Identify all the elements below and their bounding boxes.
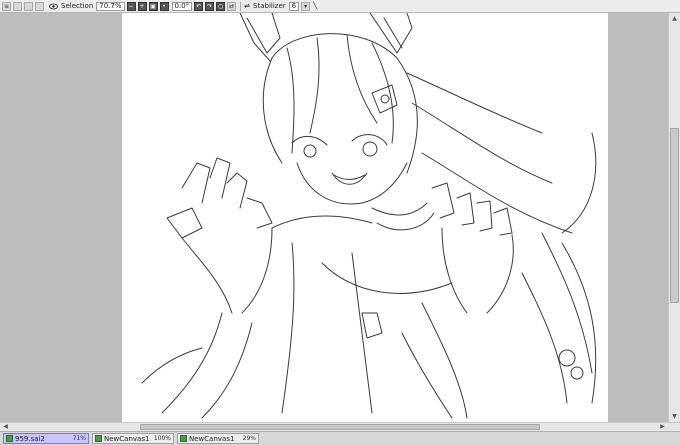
layout-button-3[interactable] bbox=[35, 1, 44, 11]
document-tab-bar: 959.sai2 71% NewCanvas1 100% NewCanvas1 … bbox=[0, 431, 680, 445]
document-tab-959[interactable]: 959.sai2 71% bbox=[3, 433, 89, 444]
rotate-reset-button[interactable]: ○ bbox=[216, 1, 226, 11]
rotation-field[interactable]: 0.0° bbox=[171, 1, 193, 11]
workspace bbox=[0, 13, 668, 422]
zoom-reset-button[interactable]: • bbox=[159, 1, 169, 11]
vertical-scroll-thumb[interactable] bbox=[670, 128, 679, 303]
menu-toggle-button[interactable]: ≡ bbox=[2, 1, 11, 11]
scroll-left-icon[interactable]: ◀ bbox=[1, 423, 10, 431]
zoom-fit-button[interactable]: ▣ bbox=[148, 1, 158, 11]
document-tab-newcanvas1-b[interactable]: NewCanvas1 29% bbox=[177, 433, 259, 444]
tab-name: NewCanvas1 bbox=[189, 434, 235, 443]
vertical-scrollbar[interactable]: ▲ ▼ bbox=[668, 13, 680, 422]
zoom-in-button[interactable]: + bbox=[137, 1, 147, 11]
swap-icon[interactable]: ⇌ bbox=[244, 2, 250, 10]
layout-button-2[interactable] bbox=[24, 1, 33, 11]
tab-name: NewCanvas1 bbox=[104, 434, 150, 443]
stabilizer-label: Stabilizer bbox=[253, 2, 286, 10]
horizontal-scrollbar[interactable]: ◀ ▶ bbox=[0, 422, 680, 431]
pen-pressure-icon[interactable]: ╲ bbox=[313, 2, 317, 10]
scroll-up-icon[interactable]: ▲ bbox=[670, 14, 679, 23]
canvas-thumbnail-icon bbox=[6, 435, 13, 442]
tab-name: 959.sai2 bbox=[15, 434, 45, 443]
canvas-thumbnail-icon bbox=[95, 435, 102, 442]
sketch-illustration bbox=[141, 13, 597, 419]
scroll-right-icon[interactable]: ▶ bbox=[658, 423, 667, 431]
zoom-out-button[interactable]: − bbox=[126, 1, 136, 11]
layout-button-1[interactable] bbox=[13, 1, 22, 11]
tab-zoom: 71% bbox=[72, 435, 86, 442]
tab-zoom: 100% bbox=[153, 435, 171, 442]
tab-zoom: 29% bbox=[242, 435, 256, 442]
drawing-canvas[interactable] bbox=[122, 13, 608, 422]
zoom-field[interactable]: 70.7% bbox=[96, 1, 125, 11]
scroll-down-icon[interactable]: ▼ bbox=[670, 412, 679, 421]
toolbar-divider bbox=[240, 1, 242, 11]
stabilizer-field[interactable]: 6 bbox=[288, 1, 300, 11]
eye-icon[interactable] bbox=[49, 2, 58, 11]
canvas-thumbnail-icon bbox=[180, 435, 187, 442]
rotate-right-button[interactable]: ↷ bbox=[205, 1, 215, 11]
document-tab-newcanvas1-a[interactable]: NewCanvas1 100% bbox=[92, 433, 174, 444]
flip-horizontal-button[interactable]: ⇄ bbox=[227, 1, 237, 11]
horizontal-scroll-thumb[interactable] bbox=[140, 424, 540, 430]
canvas-toolbar: ≡ Selection 70.7% − + ▣ • 0.0° ↶ ↷ ○ ⇄ ⇌… bbox=[0, 0, 680, 13]
selection-label: Selection bbox=[61, 2, 94, 10]
stabilizer-dropdown[interactable]: ▾ bbox=[301, 1, 311, 11]
rotate-left-button[interactable]: ↶ bbox=[194, 1, 204, 11]
